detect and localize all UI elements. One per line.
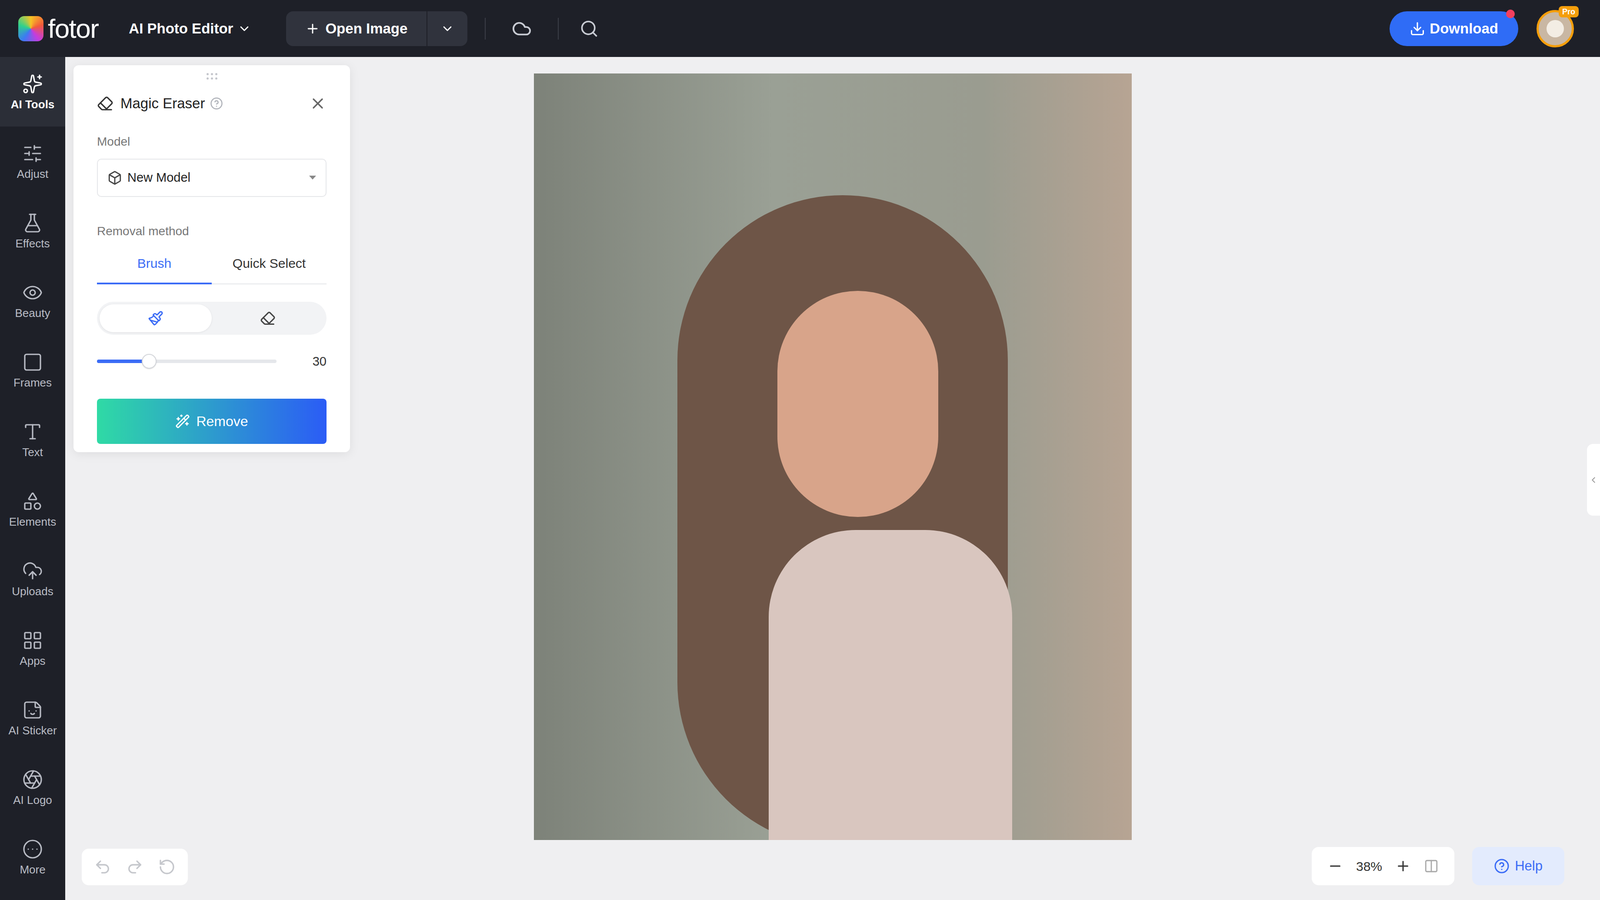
help-icon xyxy=(1493,858,1510,874)
tool-icon xyxy=(22,560,44,582)
box-icon xyxy=(107,170,123,186)
eraser-icon xyxy=(260,310,276,327)
sidebar-item[interactable]: More xyxy=(0,822,66,892)
sidebar-item[interactable]: Elements xyxy=(0,474,66,544)
add-mode-button[interactable] xyxy=(99,304,212,333)
logo[interactable]: fotor xyxy=(18,15,99,43)
zoom-controls: 38% xyxy=(1311,846,1455,886)
sidebar: AI ToolsAdjustEffectsBeautyFramesTextEle… xyxy=(0,56,66,900)
removal-tab[interactable]: Quick Select xyxy=(211,253,327,285)
brush-size-row: 30 xyxy=(96,352,327,372)
chevron-down-icon xyxy=(440,21,455,36)
logo-icon xyxy=(18,16,44,42)
tool-icon xyxy=(22,282,44,304)
brush-size-value: 30 xyxy=(312,352,327,372)
zoom-out-icon[interactable] xyxy=(1327,858,1344,874)
sidebar-item[interactable]: Apps xyxy=(0,613,66,684)
cloud-icon[interactable] xyxy=(511,18,532,39)
caret-icon xyxy=(309,175,317,180)
canvas-area: Magic Eraser Model New Model Removal method… xyxy=(65,56,1600,900)
panel-header: Magic Eraser xyxy=(96,92,327,115)
sidebar-item[interactable]: Frames xyxy=(0,335,66,405)
close-icon[interactable] xyxy=(309,94,327,113)
reset-icon[interactable] xyxy=(158,858,176,876)
search-icon[interactable] xyxy=(579,19,599,39)
app-menu[interactable]: AI Photo Editor xyxy=(128,17,252,40)
magic-eraser-panel: Magic Eraser Model New Model Removal method… xyxy=(73,65,350,453)
tool-icon xyxy=(22,212,44,234)
drag-handle[interactable] xyxy=(206,73,218,80)
brush-mode-toggle xyxy=(96,301,327,335)
open-image-dropdown[interactable] xyxy=(427,21,468,36)
notification-dot xyxy=(1506,9,1515,19)
erase-mode-button[interactable] xyxy=(211,304,324,333)
chevron-left-icon xyxy=(1588,475,1599,485)
photo[interactable] xyxy=(533,73,1132,840)
tool-icon xyxy=(22,630,44,651)
download-icon xyxy=(1409,20,1426,37)
tool-icon xyxy=(22,351,44,373)
tool-icon xyxy=(22,143,44,164)
top-bar: fotor AI Photo Editor Open Image Download Pr… xyxy=(0,0,1600,57)
tool-icon xyxy=(22,421,44,443)
sidebar-item[interactable]: Beauty xyxy=(0,265,66,336)
tool-icon xyxy=(22,73,44,95)
open-image-group: Open Image xyxy=(286,11,468,47)
tool-icon xyxy=(22,490,44,512)
open-image-button[interactable]: Open Image xyxy=(286,17,427,40)
sidebar-item[interactable]: Effects xyxy=(0,196,66,266)
tool-icon xyxy=(22,699,44,721)
brush-size-slider[interactable] xyxy=(96,359,277,364)
brush-icon xyxy=(147,310,164,327)
download-button[interactable]: Download xyxy=(1389,11,1519,47)
sidebar-item[interactable]: Adjust xyxy=(0,126,66,197)
remove-button[interactable]: Remove xyxy=(96,398,327,444)
sidebar-item[interactable]: Text xyxy=(0,404,66,475)
sidebar-item[interactable]: AI Tools xyxy=(0,56,66,127)
eraser-icon xyxy=(96,95,114,112)
zoom-in-icon[interactable] xyxy=(1395,858,1411,874)
removal-tabs: BrushQuick Select xyxy=(96,253,327,285)
chevron-down-icon xyxy=(237,21,252,36)
sidebar-item[interactable]: Uploads xyxy=(0,543,66,614)
slider-fill xyxy=(96,359,150,364)
model-select[interactable]: New Model xyxy=(96,158,327,197)
sidebar-item[interactable]: AI Logo xyxy=(0,752,66,823)
compare-icon[interactable] xyxy=(1423,858,1439,874)
wand-icon xyxy=(175,413,190,429)
pro-badge: Pro xyxy=(1558,6,1579,18)
redo-icon[interactable] xyxy=(126,858,144,876)
history-controls xyxy=(81,848,188,886)
right-panel-toggle[interactable] xyxy=(1586,443,1600,516)
undo-icon[interactable] xyxy=(93,858,112,876)
tool-icon xyxy=(22,838,44,860)
plus-icon xyxy=(305,21,320,37)
model-label: Model xyxy=(96,132,327,151)
help-icon[interactable] xyxy=(210,96,224,110)
help-button[interactable]: Help xyxy=(1472,846,1565,886)
sidebar-item[interactable]: AI Sticker xyxy=(0,683,66,753)
slider-thumb[interactable] xyxy=(141,353,157,369)
tool-icon xyxy=(22,769,44,790)
zoom-value: 38% xyxy=(1356,856,1383,877)
removal-tab[interactable]: Brush xyxy=(96,253,212,285)
app: fotor AI Photo Editor Open Image Download Pr… xyxy=(0,0,1600,900)
avatar[interactable]: Pro xyxy=(1536,10,1574,48)
removal-method-label: Removal method xyxy=(96,222,327,241)
